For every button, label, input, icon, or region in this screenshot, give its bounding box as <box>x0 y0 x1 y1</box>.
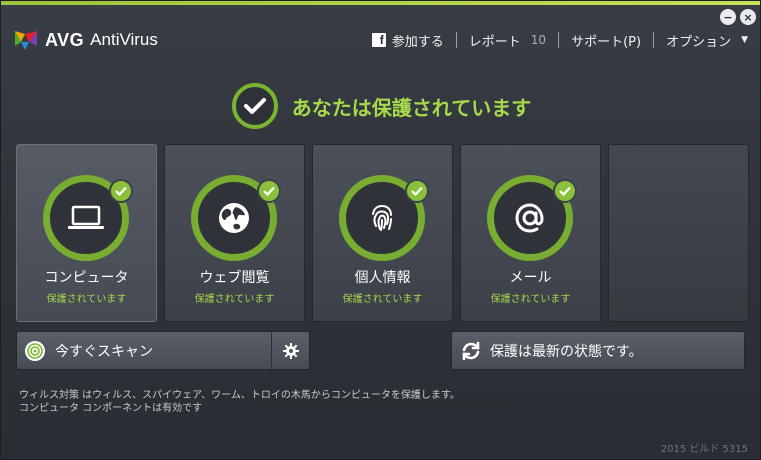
scan-now-label: 今すぐスキャン <box>55 343 153 360</box>
tile-title: 個人情報 <box>354 270 411 286</box>
check-icon <box>405 179 429 203</box>
gear-icon <box>282 342 299 359</box>
tile-status: 保護されています <box>490 294 571 305</box>
report-label: レポート <box>468 34 521 50</box>
status-text: あなたは保護されています <box>291 95 532 120</box>
tile-status: 保護されています <box>342 294 423 305</box>
tile-email[interactable]: メール 保護されています <box>460 144 601 322</box>
options-menu[interactable]: オプション ▼ <box>666 31 748 50</box>
join-link[interactable]: f 参加する <box>371 31 444 50</box>
accent-bar <box>1 1 760 5</box>
minimize-button[interactable]: − <box>720 9 736 25</box>
report-count-badge: 10 <box>530 33 547 47</box>
tile-web-browsing[interactable]: ウェブ閲覧 保護されています <box>164 144 305 322</box>
tile-status: 保護されています <box>46 294 127 305</box>
scan-now-button[interactable]: 今すぐスキャン <box>17 332 271 369</box>
scan-icon <box>25 340 45 361</box>
tile-empty-slot <box>608 144 749 322</box>
info-line: コンピュータ コンポーネントは有効です <box>19 403 203 414</box>
protection-status: あなたは保護されています <box>1 83 760 129</box>
tile-status: 保護されています <box>194 294 275 305</box>
scan-bar: 今すぐスキャン <box>16 331 310 370</box>
check-icon <box>257 179 281 203</box>
close-button[interactable]: × <box>740 9 756 25</box>
tile-title: ウェブ閲覧 <box>199 270 270 286</box>
join-label: 参加する <box>391 34 444 50</box>
app-window: − × AVG AntiVirus f 参加する レポート 10 サポート(P)… <box>0 0 761 460</box>
report-link[interactable]: レポート 10 <box>469 31 546 50</box>
component-tiles: コンピュータ 保護されています ウェブ閲覧 保護されています 個人情報 保護され… <box>16 144 749 322</box>
component-info: ウィルス対策 はウィルス、スパイウェア、ワーム、トロイの木馬からコンピュータを保… <box>19 389 460 415</box>
scan-settings-button[interactable] <box>271 332 309 369</box>
top-navigation: f 参加する レポート 10 サポート(P) オプション ▼ <box>371 30 748 50</box>
brand-name: AVG <box>45 29 85 50</box>
update-status-button[interactable]: 保護は最新の状態です。 <box>451 331 745 370</box>
nav-separator <box>455 32 457 48</box>
support-label: サポート(P) <box>571 34 642 50</box>
nav-separator <box>558 32 560 48</box>
facebook-icon: f <box>371 33 386 47</box>
tile-title: メール <box>509 270 552 286</box>
check-icon <box>109 179 133 203</box>
globe-icon <box>219 203 249 233</box>
laptop-icon <box>68 205 104 229</box>
update-status-label: 保護は最新の状態です。 <box>490 343 643 360</box>
status-check-icon <box>231 83 278 129</box>
build-version: 2015 ビルド 5315 <box>660 444 748 455</box>
at-sign-icon <box>515 203 544 233</box>
refresh-icon <box>462 341 480 360</box>
fingerprint-icon <box>372 204 392 231</box>
chevron-down-icon: ▼ <box>741 35 748 45</box>
product-name: AntiVirus <box>90 30 158 49</box>
tile-title: コンピュータ <box>44 270 129 286</box>
check-icon <box>553 179 577 203</box>
avg-logo-icon <box>15 31 37 50</box>
tile-identity[interactable]: 個人情報 保護されています <box>312 144 453 322</box>
nav-separator <box>653 32 655 48</box>
support-link[interactable]: サポート(P) <box>571 31 641 50</box>
info-line: ウィルス対策 はウィルス、スパイウェア、ワーム、トロイの木馬からコンピュータを保… <box>19 390 460 401</box>
app-logo: AVG AntiVirus <box>13 27 158 53</box>
tile-computer[interactable]: コンピュータ 保護されています <box>16 144 157 322</box>
options-label: オプション <box>666 34 732 50</box>
